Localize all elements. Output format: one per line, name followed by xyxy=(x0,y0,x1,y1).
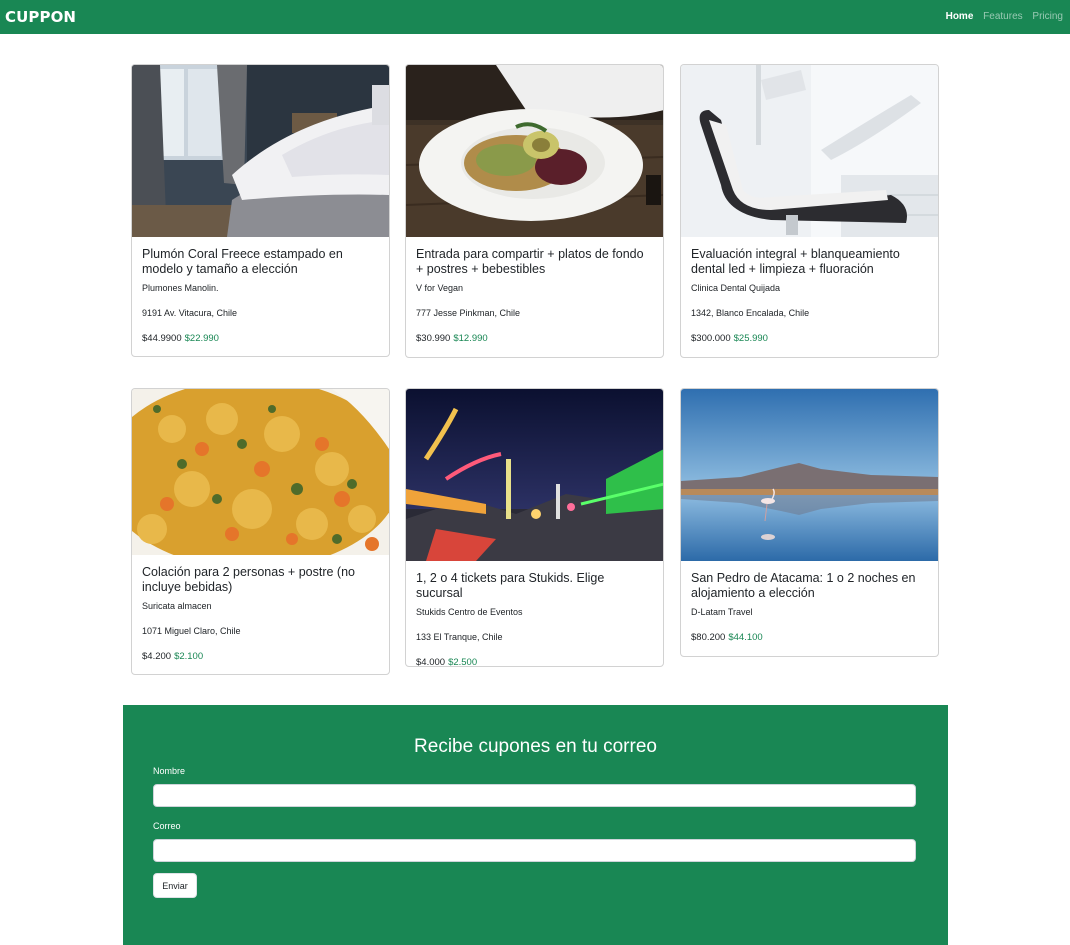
card-title: San Pedro de Atacama: 1 o 2 noches en al… xyxy=(691,571,916,600)
card-title: Entrada para compartir + platos de fondo… xyxy=(416,247,644,276)
deal-price: $2.100 xyxy=(174,651,204,662)
original-price: $30.990 xyxy=(416,333,451,344)
brand-logo[interactable]: CUPPON xyxy=(5,8,76,26)
card-address: 1071 Miguel Claro, Chile xyxy=(142,626,241,636)
nav-features-link[interactable]: Features xyxy=(983,11,1022,22)
card-price: $30.990 $12.990 xyxy=(416,333,653,344)
card-title: Colación para 2 personas + postre (no in… xyxy=(142,565,355,594)
card-price: $300.000 $25.990 xyxy=(691,333,928,344)
bedroom-image xyxy=(132,65,389,237)
signup-heading: Recibe cupones en tu correo xyxy=(414,736,657,757)
card-merchant: D-Latam Travel xyxy=(691,607,753,617)
card-title: Plumón Coral Freece estampado en modelo … xyxy=(142,247,343,276)
deal-price: $44.100 xyxy=(728,632,763,643)
rice-dish-image xyxy=(132,389,389,555)
card-price: $4.200 $2.100 xyxy=(142,651,379,662)
original-price: $300.000 xyxy=(691,333,731,344)
nav-home-link[interactable]: Home xyxy=(946,11,974,22)
email-input[interactable] xyxy=(153,839,916,862)
card-merchant: Clinica Dental Quijada xyxy=(691,283,781,293)
dental-chair-image xyxy=(681,65,938,237)
coupon-card[interactable]: 1, 2 o 4 tickets para Stukids. Elige suc… xyxy=(405,388,664,667)
original-price: $44.9900 xyxy=(142,333,182,344)
coupon-card[interactable]: Evaluación integral + blanqueamiento den… xyxy=(680,64,939,358)
email-label: Correo xyxy=(153,821,181,831)
original-price: $4.000 xyxy=(416,657,446,667)
card-merchant: V for Vegan xyxy=(416,283,464,293)
card-address: 777 Jesse Pinkman, Chile xyxy=(416,308,521,318)
newsletter-signup: Recibe cupones en tu correo Nombre Corre… xyxy=(123,705,948,945)
original-price: $4.200 xyxy=(142,651,172,662)
deal-price: $12.990 xyxy=(453,333,488,344)
navbar: CUPPON Home Features Pricing xyxy=(0,0,1070,34)
name-label: Nombre xyxy=(153,766,186,776)
card-price: $80.200 $44.100 xyxy=(691,632,928,643)
nav-links: Home Features Pricing xyxy=(939,11,1063,22)
salt-lake-flamingos-image xyxy=(681,389,938,561)
card-price: $4.000 $2.500 xyxy=(416,657,653,667)
card-title: 1, 2 o 4 tickets para Stukids. Elige suc… xyxy=(416,571,605,600)
card-address: 133 El Tranque, Chile xyxy=(416,632,503,642)
card-price: $44.9900 $22.990 xyxy=(142,333,379,344)
card-title: Evaluación integral + blanqueamiento den… xyxy=(691,247,900,276)
card-address: 1342, Blanco Encalada, Chile xyxy=(691,308,810,318)
card-merchant: Plumones Manolin. xyxy=(142,283,219,293)
deal-price: $2.500 xyxy=(448,657,478,667)
coupon-card[interactable]: Colación para 2 personas + postre (no in… xyxy=(131,388,390,675)
coupon-card[interactable]: San Pedro de Atacama: 1 o 2 noches en al… xyxy=(680,388,939,657)
card-merchant: Suricata almacen xyxy=(142,601,212,611)
deal-price: $22.990 xyxy=(184,333,219,344)
name-input[interactable] xyxy=(153,784,916,807)
coupon-card[interactable]: Plumón Coral Freece estampado en modelo … xyxy=(131,64,390,357)
salad-plate-image xyxy=(406,65,663,237)
nav-pricing-link[interactable]: Pricing xyxy=(1032,11,1063,22)
coupon-card[interactable]: Entrada para compartir + platos de fondo… xyxy=(405,64,664,358)
original-price: $80.200 xyxy=(691,632,726,643)
card-address: 9191 Av. Vitacura, Chile xyxy=(142,308,238,318)
submit-button[interactable]: Enviar xyxy=(153,873,197,898)
card-merchant: Stukids Centro de Eventos xyxy=(416,607,523,617)
deal-price: $25.990 xyxy=(733,333,768,344)
fairground-night-image xyxy=(406,389,663,561)
